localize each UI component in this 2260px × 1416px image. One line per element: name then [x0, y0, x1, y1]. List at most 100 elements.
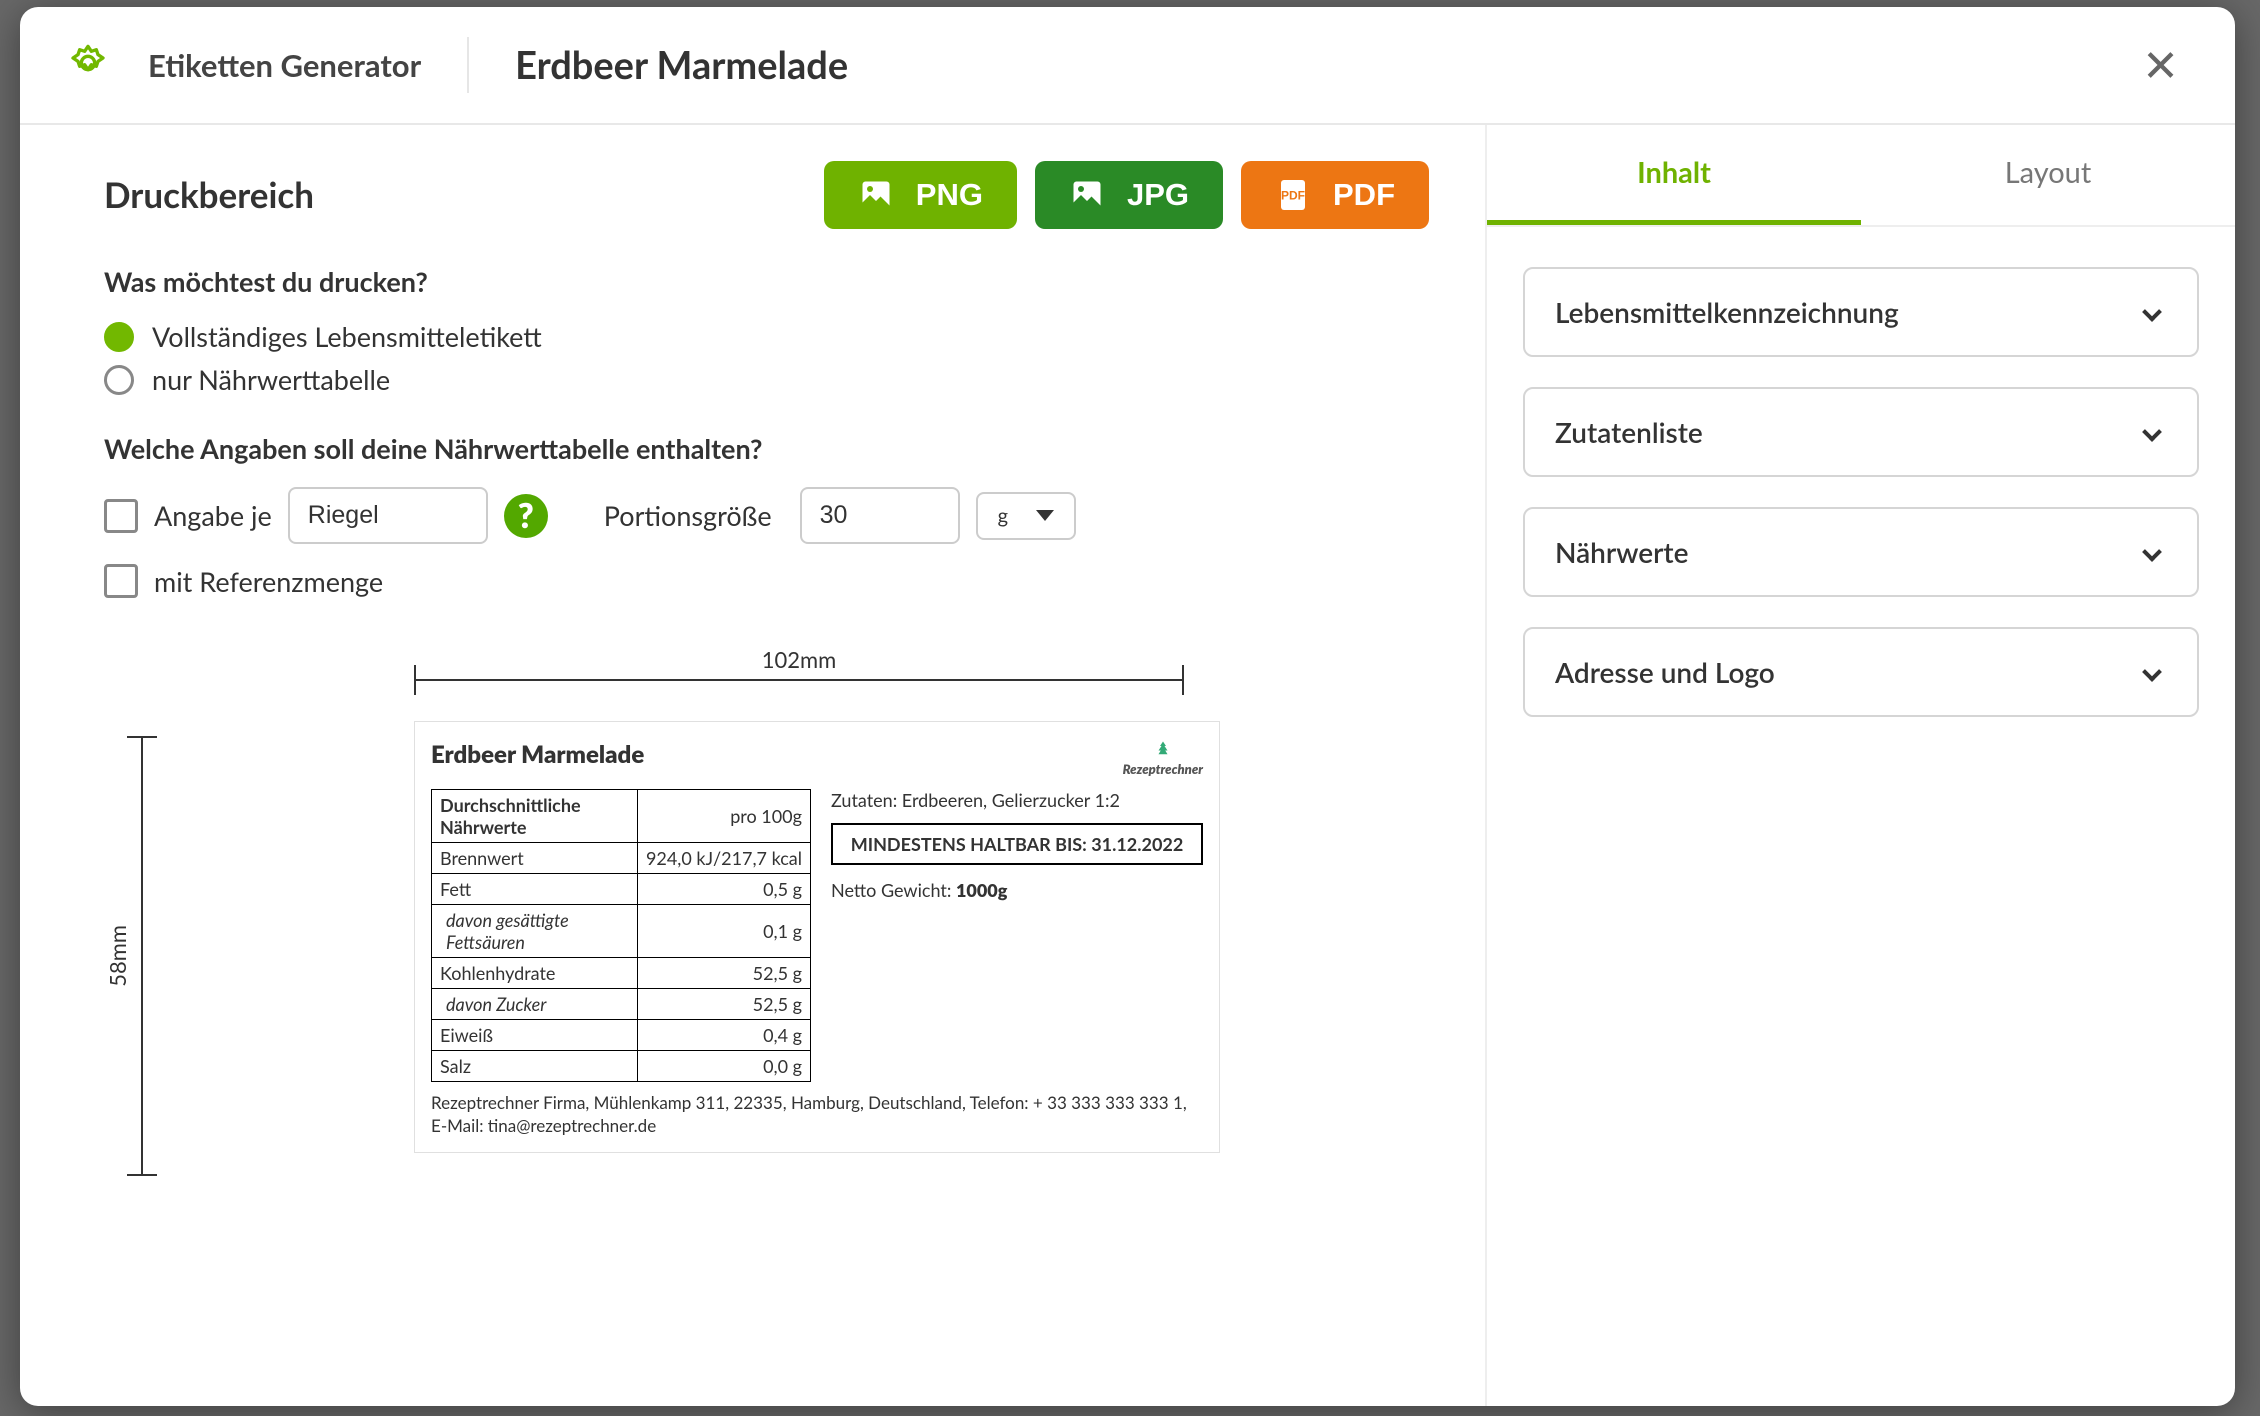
- label-preview-card: Erdbeer Marmelade Rezeptrechner Durchsch…: [414, 721, 1220, 1153]
- chevron-down-icon: [2142, 542, 2162, 562]
- nutrition-value: 52,5 g: [637, 989, 810, 1020]
- section-title-row: Druckbereich PNG JPG: [104, 161, 1429, 229]
- per-unit-label: Angabe je: [154, 499, 272, 532]
- export-png-button[interactable]: PNG: [824, 161, 1017, 229]
- right-tabs: Inhalt Layout: [1487, 125, 2235, 227]
- nutrition-key: Fett: [432, 874, 638, 905]
- pdf-icon: PDF: [1275, 177, 1311, 213]
- accordion-item-2[interactable]: Nährwerte: [1523, 507, 2199, 597]
- nutrition-key: Eiweiß: [432, 1020, 638, 1051]
- label-right-block: Zutaten: Erdbeeren, Gelierzucker 1:2 MIN…: [831, 789, 1203, 1082]
- best-before-box: MINDESTENS HALTBAR BIS: 31.12.2022: [831, 823, 1203, 865]
- nutrition-row: Fett0,5 g: [432, 874, 811, 905]
- per-unit-checkbox[interactable]: [104, 499, 138, 533]
- tree-icon: [1152, 740, 1174, 758]
- reference-label: mit Referenzmenge: [154, 565, 383, 598]
- label-product-title: Erdbeer Marmelade: [431, 740, 644, 769]
- nutrition-key: Salz: [432, 1051, 638, 1082]
- recipe-title: Erdbeer Marmelade: [515, 42, 848, 88]
- label-preview-area: 102mm 58mm Erdbeer Marmelade Rezeptrechn…: [104, 646, 1429, 1153]
- accordion-label: Lebensmittelkennzeichnung: [1555, 295, 1899, 329]
- close-icon: ✕: [2142, 39, 2179, 91]
- export-png-label: PNG: [916, 177, 983, 213]
- nutrition-row: davon gesättigte Fettsäuren0,1 g: [432, 905, 811, 958]
- reference-row: mit Referenzmenge: [104, 564, 1429, 598]
- portion-unit-select[interactable]: g: [976, 492, 1076, 540]
- nutrition-row: Kohlenhydrate52,5 g: [432, 958, 811, 989]
- caret-down-icon: [1036, 510, 1054, 521]
- export-pdf-label: PDF: [1333, 177, 1395, 213]
- net-weight: Netto Gewicht: 1000g: [831, 879, 1203, 901]
- radio-only-table[interactable]: nur Nährwerttabelle: [104, 363, 1429, 396]
- chevron-down-icon: [2142, 422, 2162, 442]
- ruler-line: [414, 679, 1184, 681]
- nutrition-value: 52,5 g: [637, 958, 810, 989]
- accordion-item-1[interactable]: Zutatenliste: [1523, 387, 2199, 477]
- close-button[interactable]: ✕: [2134, 35, 2187, 95]
- reference-checkbox[interactable]: [104, 564, 138, 598]
- nutrition-header-left: Durchschnittliche Nährwerte: [432, 790, 638, 843]
- radio-dot-icon: [104, 322, 134, 352]
- nutrition-row: Brennwert924,0 kJ/217,7 kcal: [432, 843, 811, 874]
- portion-size-label: Portionsgröße: [604, 499, 772, 532]
- address-line: Rezeptrechner Firma, Mühlenkamp 311, 223…: [431, 1092, 1203, 1138]
- help-icon[interactable]: ?: [504, 494, 548, 538]
- nutrition-row: Eiweiß0,4 g: [432, 1020, 811, 1051]
- per-unit-input[interactable]: [288, 487, 488, 544]
- svg-text:PDF: PDF: [1281, 189, 1305, 203]
- nutrition-table: Durchschnittliche Nährwerte pro 100g Bre…: [431, 789, 811, 1082]
- nutrition-key: davon Zucker: [432, 989, 638, 1020]
- brand-title: Etiketten Generator: [148, 46, 421, 84]
- portion-unit-value: g: [998, 504, 1008, 528]
- chevron-down-icon: [2142, 302, 2162, 322]
- accordion-item-3[interactable]: Adresse und Logo: [1523, 627, 2199, 717]
- accordion-item-0[interactable]: Lebensmittelkennzeichnung: [1523, 267, 2199, 357]
- print-scope-radio-group: Vollständiges Lebensmitteletikett nur Nä…: [104, 320, 1429, 396]
- height-ruler: 58mm: [104, 736, 143, 1176]
- image-icon: [1069, 177, 1105, 213]
- tab-layout[interactable]: Layout: [1861, 125, 2235, 225]
- image-icon: [858, 177, 894, 213]
- nutrition-value: 0,0 g: [637, 1051, 810, 1082]
- portion-size-input[interactable]: [800, 487, 960, 544]
- nutrition-value: 924,0 kJ/217,7 kcal: [637, 843, 810, 874]
- nutrition-value: 0,5 g: [637, 874, 810, 905]
- net-weight-label: Netto Gewicht:: [831, 879, 956, 901]
- gear-target-icon: [68, 43, 108, 88]
- dialog-body: Druckbereich PNG JPG: [20, 125, 2235, 1406]
- tab-inhalt[interactable]: Inhalt: [1487, 125, 1861, 225]
- left-column: Druckbereich PNG JPG: [20, 125, 1485, 1406]
- export-jpg-label: JPG: [1127, 177, 1189, 213]
- right-column: Inhalt Layout Lebensmittelkennzeichnung Z…: [1485, 125, 2235, 1406]
- radio-only-table-text: nur Nährwerttabelle: [152, 363, 390, 396]
- radio-full-label-text: Vollständiges Lebensmitteletikett: [152, 320, 542, 353]
- vertical-divider: [467, 37, 469, 93]
- nutrition-row: davon Zucker52,5 g: [432, 989, 811, 1020]
- per-unit-row: Angabe je ? Portionsgröße g: [104, 487, 1429, 544]
- height-value: 58mm: [104, 925, 131, 987]
- brand-mark-text: Rezeptrechner: [1123, 761, 1203, 777]
- ingredients-text: Zutaten: Erdbeeren, Gelierzucker 1:2: [831, 789, 1203, 811]
- export-jpg-button[interactable]: JPG: [1035, 161, 1223, 229]
- nutrition-value: 0,4 g: [637, 1020, 810, 1051]
- net-weight-value: 1000g: [956, 879, 1007, 901]
- section-title: Druckbereich: [104, 174, 314, 216]
- nutrition-row: Salz0,0 g: [432, 1051, 811, 1082]
- nutrition-value: 0,1 g: [637, 905, 810, 958]
- accordion-label: Zutatenliste: [1555, 415, 1703, 449]
- accordion-label: Adresse und Logo: [1555, 655, 1775, 689]
- brand-mark: Rezeptrechner: [1123, 740, 1203, 777]
- radio-full-label[interactable]: Vollständiges Lebensmitteletikett: [104, 320, 1429, 353]
- label-generator-dialog: Etiketten Generator Erdbeer Marmelade ✕ …: [20, 7, 2235, 1406]
- accordion-list: Lebensmittelkennzeichnung Zutatenliste Näh…: [1487, 227, 2235, 757]
- chevron-down-icon: [2142, 662, 2162, 682]
- radio-dot-icon: [104, 365, 134, 395]
- question-what-to-print: Was möchtest du drucken?: [104, 265, 1429, 298]
- export-pdf-button[interactable]: PDF PDF: [1241, 161, 1429, 229]
- width-value: 102mm: [762, 646, 836, 673]
- question-table-contents: Welche Angaben soll deine Nährwerttabell…: [104, 432, 1429, 465]
- dialog-header: Etiketten Generator Erdbeer Marmelade ✕: [20, 7, 2235, 125]
- nutrition-key: Brennwert: [432, 843, 638, 874]
- accordion-label: Nährwerte: [1555, 535, 1688, 569]
- nutrition-key: Kohlenhydrate: [432, 958, 638, 989]
